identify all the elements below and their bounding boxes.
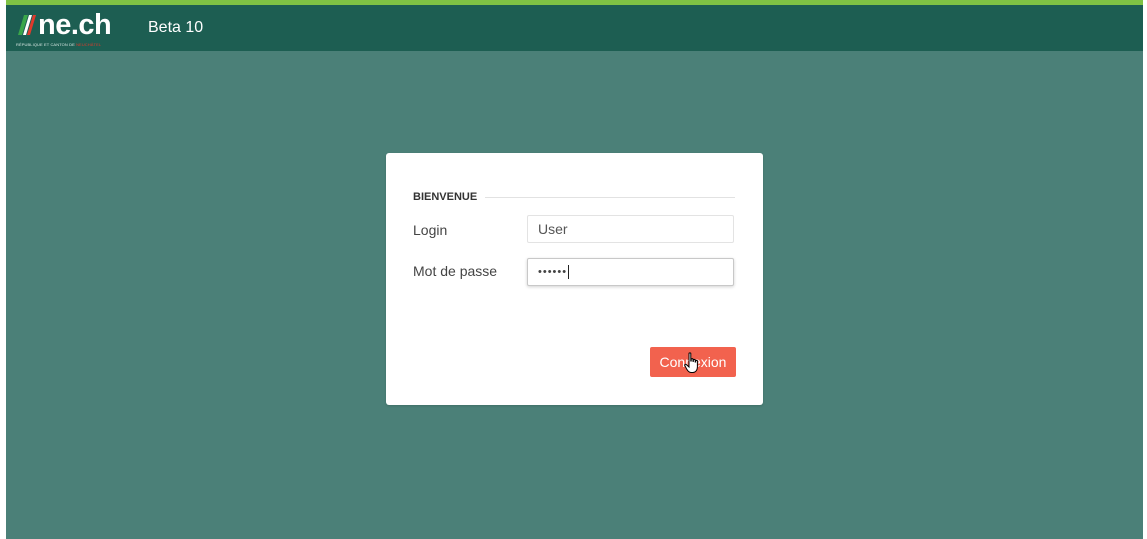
neuchatel-flag-icon [18, 15, 36, 35]
hand-pointer-icon [684, 352, 698, 373]
logo-tagline: RÉPUBLIQUE ET CANTON DE NEUCHÂTEL [16, 42, 101, 47]
navbar: ne.ch RÉPUBLIQUE ET CANTON DE NEUCHÂTEL … [6, 5, 1143, 51]
password-mask: •••••• [538, 266, 568, 278]
login-card: BIENVENUE Login User Mot de passe ••••••… [386, 153, 763, 405]
site-logo[interactable]: ne.ch RÉPUBLIQUE ET CANTON DE NEUCHÂTEL [16, 8, 136, 48]
login-input[interactable]: User [527, 215, 734, 243]
version-label: Beta 10 [148, 19, 204, 36]
legend-title: BIENVENUE [413, 189, 486, 205]
app-frame: ne.ch RÉPUBLIQUE ET CANTON DE NEUCHÂTEL … [6, 0, 1143, 539]
password-label: Mot de passe [413, 263, 498, 279]
password-input[interactable]: •••••• [527, 258, 734, 286]
login-value: User [538, 221, 568, 237]
form-legend: BIENVENUE [413, 189, 735, 205]
login-label: Login [413, 222, 448, 238]
logo-text: ne.ch [38, 9, 112, 41]
logo-tagline-accent: NEUCHÂTEL [76, 42, 102, 47]
logo-tagline-text: RÉPUBLIQUE ET CANTON DE [16, 42, 75, 47]
text-caret [568, 265, 570, 280]
